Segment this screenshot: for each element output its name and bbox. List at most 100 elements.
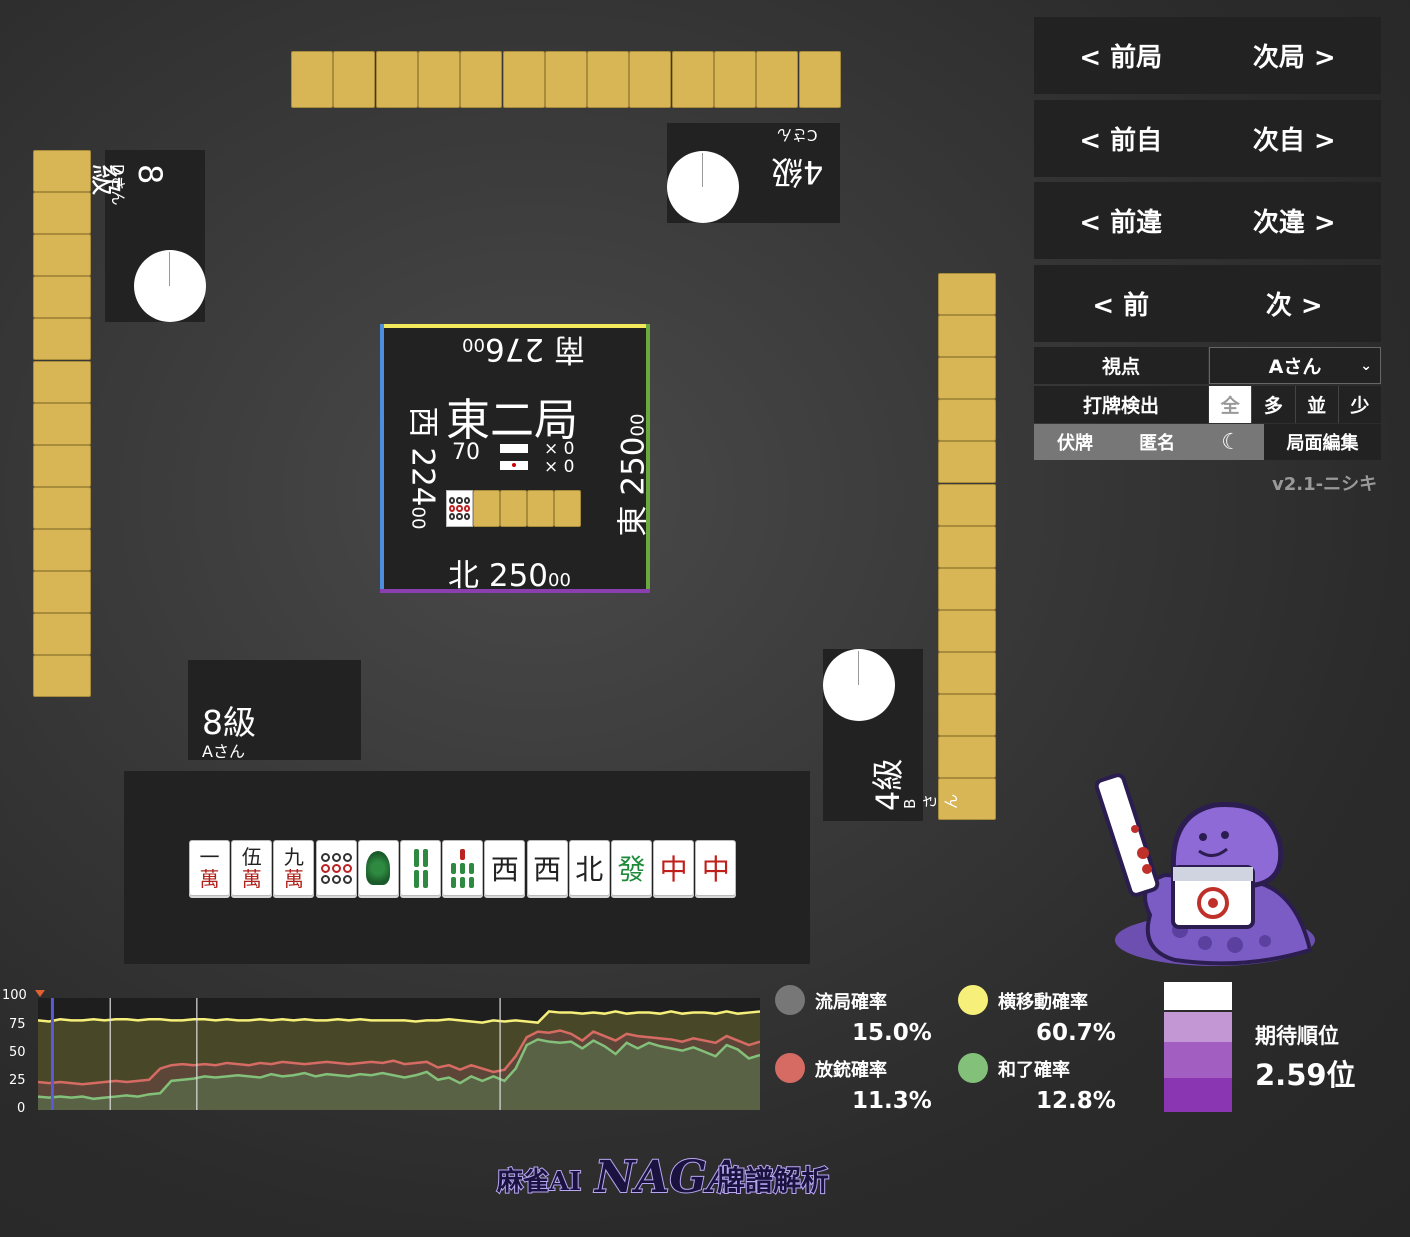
- center-panel: 南 27600 東二局 70 × 0 × 0 西 22400 東 25000 北…: [380, 324, 652, 594]
- chart-marker-icon: [35, 990, 45, 997]
- agari-value: 12.8%: [1036, 1088, 1116, 1114]
- hidden-tile: [502, 51, 545, 108]
- hidden-tiles-toggle[interactable]: 伏牌: [1057, 429, 1093, 455]
- edit-board-button[interactable]: 局面編集: [1264, 424, 1381, 460]
- hidden-tile: [938, 441, 996, 484]
- viewpoint-label: 視点: [1034, 347, 1208, 384]
- hand-tile-1-sou[interactable]: [357, 840, 399, 896]
- hand-tile-chun[interactable]: 中: [695, 840, 737, 896]
- self-player-rank: 8級: [202, 703, 256, 742]
- round-nav: < 前局 次局 >: [1034, 17, 1381, 94]
- detect-all-option[interactable]: 全: [1209, 386, 1252, 423]
- dead-wall-tile: [554, 490, 581, 527]
- prev-round-button[interactable]: < 前局: [1079, 37, 1162, 74]
- detect-few-option[interactable]: 少: [1337, 386, 1381, 423]
- expected-rank-value: 2.59位: [1255, 1058, 1356, 1092]
- center-border-left: [380, 324, 384, 593]
- hand-tile-west[interactable]: 西: [526, 840, 568, 896]
- ryukyoku-dot-icon: [775, 985, 805, 1015]
- hidden-tile: [671, 51, 714, 108]
- honba-count: × 0: [544, 439, 575, 459]
- next-diff-button[interactable]: 次違 >: [1253, 202, 1336, 239]
- left-player-name: Dさん: [109, 164, 127, 206]
- top-player-rank: 4級: [771, 153, 824, 191]
- west-score: 西 22400: [404, 406, 441, 530]
- hidden-tile: [291, 51, 333, 108]
- prev-diff-button[interactable]: < 前違: [1079, 202, 1162, 239]
- hand-tile-west[interactable]: 西: [484, 840, 526, 896]
- y-tick-label: 50: [9, 1045, 26, 1060]
- hidden-tile: [33, 655, 91, 698]
- ryukyoku-label: 流局確率: [815, 992, 887, 1013]
- hidden-tile: [938, 525, 996, 568]
- right-timer-icon: [823, 649, 895, 721]
- next-self-button[interactable]: 次自 >: [1253, 120, 1336, 157]
- self-player-box: 8級 Aさん: [188, 660, 361, 761]
- left-timer-icon: [134, 250, 206, 322]
- hidden-tile: [587, 51, 630, 108]
- yokoido-label: 横移動確率: [998, 992, 1088, 1013]
- naga-logo: 麻雀AI NAGA 牌譜解析: [495, 1151, 830, 1198]
- self-player-name: Aさん: [202, 742, 245, 761]
- north-score: 北 25000: [448, 558, 571, 594]
- hand-tile-chun[interactable]: 中: [653, 840, 695, 896]
- dora-tile-pin: [446, 490, 473, 527]
- svg-text:麻雀AI: 麻雀AI: [496, 1167, 581, 1197]
- moon-icon[interactable]: ☾: [1221, 430, 1241, 455]
- tiles-left: 70: [452, 440, 480, 465]
- hidden-tile: [938, 315, 996, 358]
- yokoido-value: 60.7%: [1036, 1020, 1116, 1046]
- hidden-tile: [938, 567, 996, 610]
- agari-label: 和了確率: [998, 1060, 1070, 1081]
- y-axis-ticks: 100 75 50 25 0: [0, 988, 30, 1118]
- hidden-tile: [938, 357, 996, 400]
- hand-tile-hatsu[interactable]: 發: [611, 840, 652, 896]
- prev-button[interactable]: < 前: [1092, 285, 1149, 322]
- right-player-box: 4級 Bさん: [823, 649, 960, 821]
- houju-dot-icon: [775, 1053, 805, 1083]
- detect-normal-option[interactable]: 並: [1294, 386, 1338, 423]
- hidden-tile: [798, 51, 841, 108]
- hidden-tile: [938, 651, 996, 694]
- hand-tile-9-man[interactable]: 九萬: [273, 840, 315, 896]
- dead-wall-tile: [527, 490, 554, 527]
- chevron-down-icon: ⌄: [1360, 357, 1372, 374]
- hidden-tile: [33, 444, 91, 487]
- hidden-tile: [33, 276, 91, 319]
- y-tick-label: 100: [2, 988, 27, 1003]
- hidden-tile: [938, 609, 996, 652]
- next-button[interactable]: 次 >: [1266, 285, 1323, 322]
- anonymous-toggle[interactable]: 匿名: [1139, 429, 1175, 455]
- dora-indicator: [446, 490, 582, 527]
- viewpoint-select[interactable]: Aさん ⌄: [1209, 347, 1381, 384]
- viewpoint-row: 視点 Aさん ⌄: [1034, 347, 1381, 384]
- agari-dot-icon: [958, 1053, 988, 1083]
- hand-tile-1-man[interactable]: 一萬: [189, 840, 230, 896]
- rank-distribution-bar: [1164, 982, 1232, 1112]
- honba-stick-icon: [500, 444, 528, 453]
- hand-tile-9-pin[interactable]: [315, 840, 357, 896]
- self-nav: < 前自 次自 >: [1034, 100, 1381, 177]
- hidden-tile: [33, 318, 91, 361]
- right-player-name: Bさん: [901, 793, 960, 809]
- hidden-tile: [33, 150, 91, 192]
- detect-many-option[interactable]: 多: [1251, 386, 1295, 423]
- prev-self-button[interactable]: < 前自: [1079, 120, 1162, 157]
- diff-nav: < 前違 次違 >: [1034, 182, 1381, 259]
- hand-tile-7-sou[interactable]: [442, 840, 484, 896]
- probability-chart[interactable]: [38, 998, 760, 1110]
- step-nav: < 前 次 >: [1034, 265, 1381, 342]
- hidden-tile: [460, 51, 503, 108]
- hidden-tile: [938, 694, 996, 736]
- riichi-stick-icon: [500, 461, 528, 470]
- hand-tile-4-sou[interactable]: [400, 840, 441, 896]
- yokoido-dot-icon: [958, 985, 988, 1015]
- dead-wall-tile: [473, 490, 500, 527]
- top-timer-icon: [667, 151, 739, 223]
- hand-tile-north[interactable]: 北: [568, 840, 610, 896]
- svg-text:牌譜解析: 牌譜解析: [717, 1164, 829, 1197]
- top-player-name: Cさん: [777, 126, 818, 144]
- next-round-button[interactable]: 次局 >: [1253, 37, 1336, 74]
- hand-tile-5-man[interactable]: 伍萬: [231, 840, 273, 896]
- center-border-top: [380, 324, 650, 328]
